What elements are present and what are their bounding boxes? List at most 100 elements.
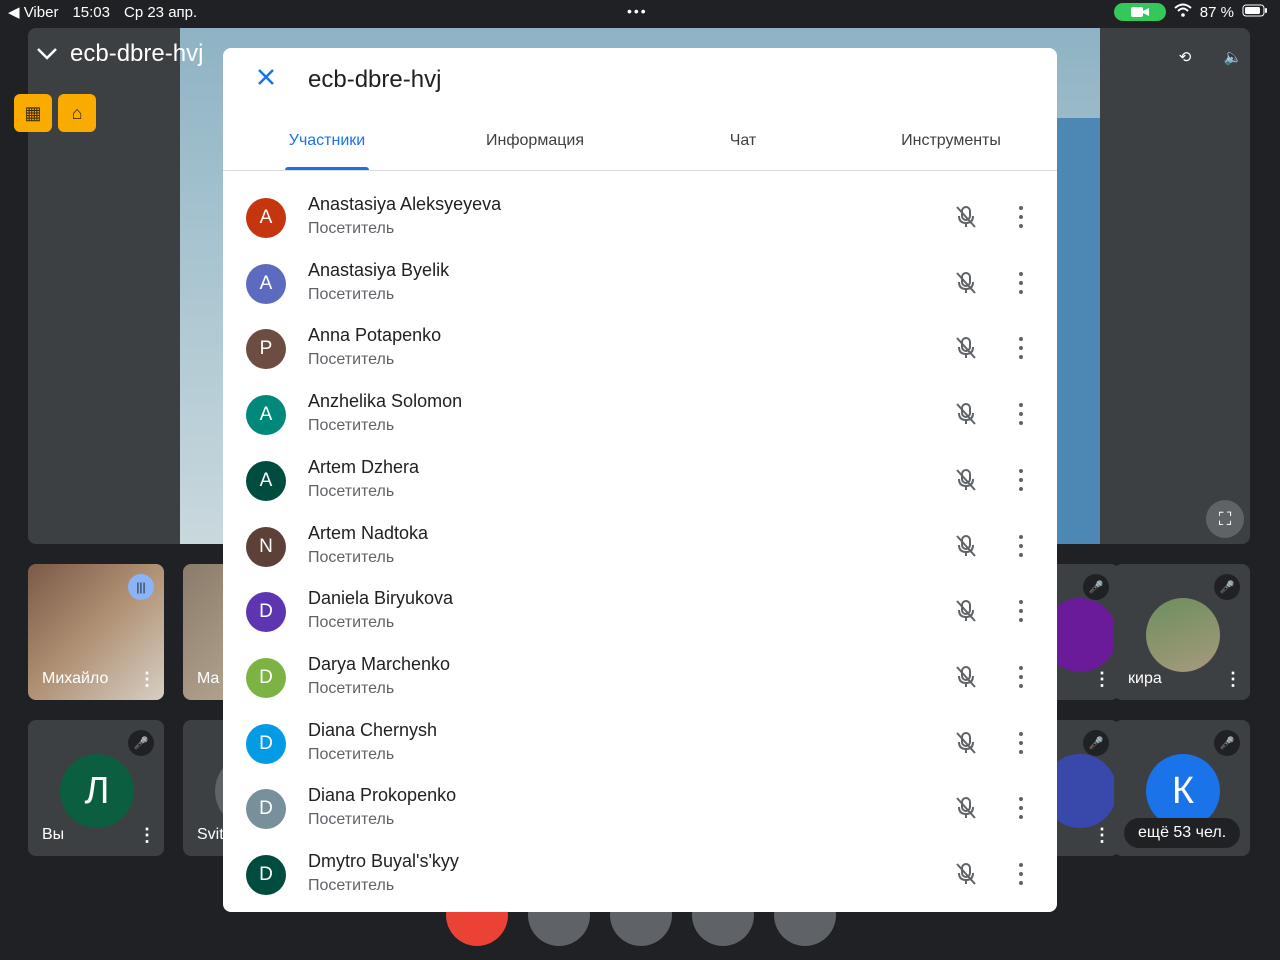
- participant-avatar: A: [246, 264, 286, 304]
- more-options-icon[interactable]: [1013, 533, 1029, 559]
- back-to-app-link[interactable]: ◀ Viber: [8, 3, 58, 21]
- participant-tile[interactable]: ||| Михайло ⋮: [28, 564, 164, 700]
- host-badges: ▦ ⌂: [14, 94, 96, 132]
- more-options-icon[interactable]: [1013, 467, 1029, 493]
- participant-role: Посетитель: [308, 417, 395, 434]
- more-options-icon[interactable]: ⋮: [1224, 669, 1242, 690]
- tile-name: Ma: [197, 670, 220, 687]
- more-options-icon[interactable]: ⋮: [138, 669, 156, 690]
- tab-participants[interactable]: Участники: [285, 132, 369, 170]
- more-options-icon[interactable]: [1013, 401, 1029, 427]
- participant-row[interactable]: A Anastasiya Byelik Посетитель: [223, 250, 1057, 316]
- muted-mic-icon[interactable]: [953, 533, 979, 559]
- battery-percent: 87 %: [1199, 3, 1234, 21]
- more-options-icon[interactable]: ⋮: [1093, 669, 1111, 690]
- participant-row[interactable]: A Anastasiya Aleksyeyeva Посетитель: [223, 184, 1057, 250]
- tab-tools[interactable]: Инструменты: [891, 132, 1011, 170]
- muted-mic-icon[interactable]: [953, 401, 979, 427]
- participant-role: Посетитель: [308, 483, 395, 500]
- participant-row[interactable]: A Anzhelika Solomon Посетитель: [223, 381, 1057, 447]
- participant-role: Посетитель: [308, 614, 395, 631]
- participant-role: Посетитель: [308, 746, 395, 763]
- meeting-details-dialog: ecb-dbre-hvj Участники Информация Чат Ин…: [223, 48, 1057, 912]
- muted-mic-icon: 🎤: [1083, 730, 1109, 756]
- tile-name: Svit: [197, 826, 224, 843]
- participant-avatar: A: [246, 198, 286, 238]
- participant-role: Посетитель: [308, 286, 395, 303]
- tab-label: Участники: [288, 132, 366, 149]
- participant-name: Artem Dzhera: [308, 457, 420, 477]
- muted-mic-icon[interactable]: [953, 730, 979, 756]
- participant-avatar: P: [246, 329, 286, 369]
- more-options-icon[interactable]: [1013, 335, 1029, 361]
- participant-role: Посетитель: [308, 877, 395, 894]
- participant-avatar: N: [246, 527, 286, 567]
- participant-photo: [1146, 598, 1220, 672]
- more-options-icon[interactable]: [1013, 270, 1029, 296]
- participant-name: Diana Chernysh: [308, 720, 438, 740]
- more-options-icon[interactable]: ⋮: [1093, 825, 1111, 846]
- layout-icon[interactable]: ▦: [14, 94, 52, 132]
- participant-avatar: A: [246, 395, 286, 435]
- muted-mic-icon[interactable]: [953, 795, 979, 821]
- more-options-icon[interactable]: [1013, 861, 1029, 887]
- meeting-code: ecb-dbre-hvj: [70, 40, 204, 67]
- muted-mic-icon[interactable]: [953, 664, 979, 690]
- collapse-chevron-icon[interactable]: [36, 40, 58, 68]
- self-avatar: Л: [60, 754, 134, 828]
- muted-mic-icon[interactable]: [953, 204, 979, 230]
- active-tab-underline: [285, 167, 369, 170]
- muted-mic-icon[interactable]: [953, 270, 979, 296]
- participant-avatar: D: [246, 592, 286, 632]
- participant-row[interactable]: D Daniela Biryukova Посетитель: [223, 578, 1057, 644]
- multitask-dots-icon[interactable]: •••: [627, 3, 648, 19]
- self-tile[interactable]: Л 🎤 Вы ⋮: [28, 720, 164, 856]
- participant-row[interactable]: D Darya Marchenko Посетитель: [223, 644, 1057, 710]
- dialog-title: ecb-dbre-hvj: [308, 66, 442, 93]
- speaker-icon[interactable]: 🔈: [1220, 44, 1246, 70]
- more-options-icon[interactable]: [1013, 664, 1029, 690]
- more-options-icon[interactable]: [1013, 204, 1029, 230]
- status-time: 15:03: [72, 3, 110, 21]
- participant-tile[interactable]: 🎤 кира ⋮: [1114, 564, 1250, 700]
- participant-row[interactable]: D Dmytro Buyal's'kyy Посетитель: [223, 841, 1057, 907]
- muted-mic-icon: 🎤: [1214, 574, 1240, 600]
- participant-name: Anna Potapenko: [308, 325, 442, 345]
- muted-mic-icon[interactable]: [953, 861, 979, 887]
- meeting-header: ecb-dbre-hvj: [36, 40, 203, 68]
- muted-mic-icon[interactable]: [953, 598, 979, 624]
- participant-name: Artem Nadtoka: [308, 523, 429, 543]
- dialog-tabs: Участники Информация Чат Инструменты: [223, 128, 1057, 171]
- more-options-icon[interactable]: [1013, 598, 1029, 624]
- participant-avatar: К: [1146, 754, 1220, 828]
- switch-camera-icon[interactable]: ⟲: [1172, 44, 1198, 70]
- participant-role: Посетитель: [308, 680, 395, 697]
- dialog-header: ecb-dbre-hvj: [223, 48, 1057, 114]
- muted-mic-icon[interactable]: [953, 335, 979, 361]
- overflow-tile[interactable]: К 🎤 ещё 53 чел.: [1114, 720, 1250, 856]
- more-participants-label[interactable]: ещё 53 чел.: [1124, 818, 1241, 848]
- participant-row[interactable]: P Anna Potapenko Посетитель: [223, 315, 1057, 381]
- participant-role: Посетитель: [308, 811, 395, 828]
- tile-name: Михайло: [42, 670, 109, 687]
- tile-name: Вы: [42, 826, 65, 843]
- fullscreen-button[interactable]: ⛶: [1206, 500, 1244, 538]
- more-options-icon[interactable]: [1013, 795, 1029, 821]
- participant-row[interactable]: D Diana Chernysh Посетитель: [223, 710, 1057, 776]
- close-icon[interactable]: [253, 66, 279, 92]
- muted-mic-icon[interactable]: [953, 467, 979, 493]
- door-icon[interactable]: ⌂: [58, 94, 96, 132]
- tab-chat[interactable]: Чат: [718, 132, 768, 170]
- participant-role: Посетитель: [308, 351, 395, 368]
- participant-row[interactable]: D Diana Prokopenko Посетитель: [223, 775, 1057, 841]
- more-options-icon[interactable]: ⋮: [138, 825, 156, 846]
- tab-label: Инструменты: [901, 132, 1001, 149]
- participant-avatar: A: [246, 461, 286, 501]
- participant-row[interactable]: N Artem Nadtoka Посетитель: [223, 513, 1057, 579]
- participant-row[interactable]: A Artem Dzhera Посетитель: [223, 447, 1057, 513]
- participant-name: Anzhelika Solomon: [308, 391, 463, 411]
- tab-info[interactable]: Информация: [475, 132, 595, 170]
- tile-name: кира: [1128, 670, 1162, 687]
- top-right-controls: ⟲ 🔈: [1172, 44, 1246, 70]
- more-options-icon[interactable]: [1013, 730, 1029, 756]
